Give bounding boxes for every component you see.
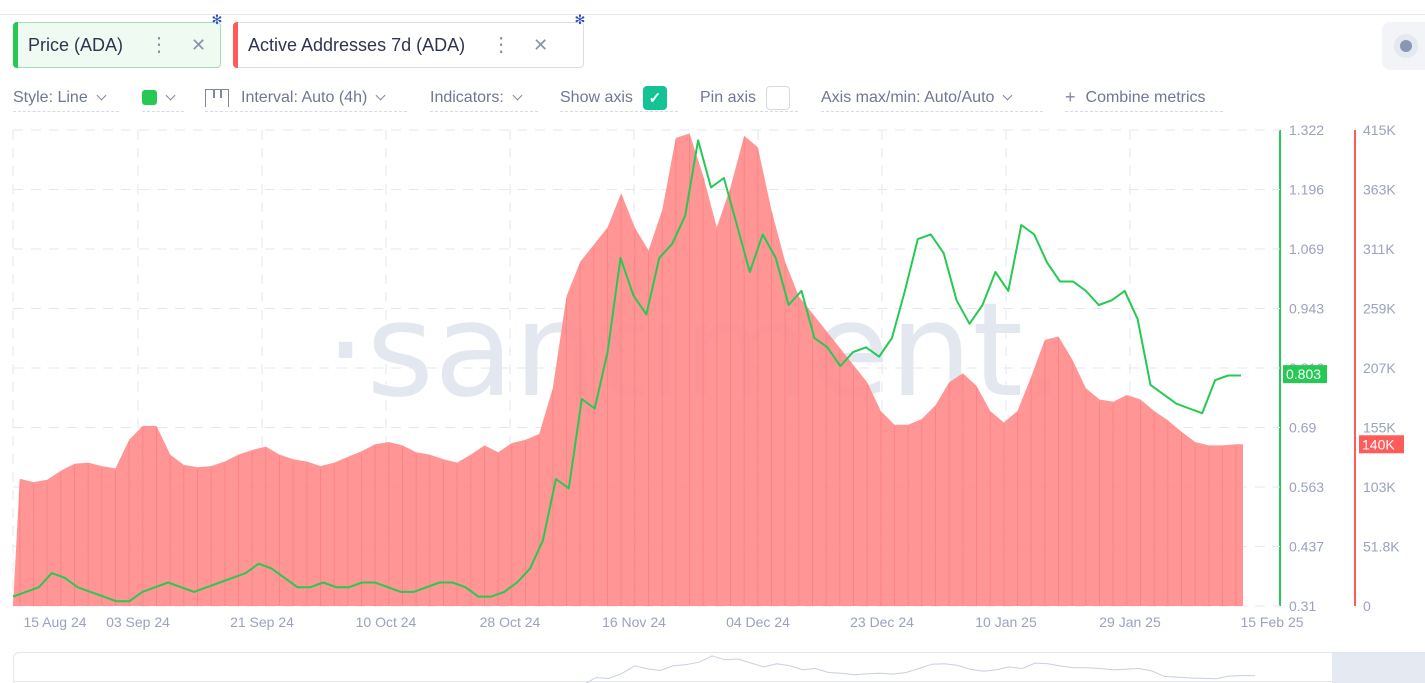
x-axis-label: 16 Nov 24 xyxy=(602,614,666,630)
x-axis-ticks: 15 Aug 24 03 Sep 24 21 Sep 24 10 Oct 24 28 O… xyxy=(23,614,1303,630)
x-axis-label: 23 Dec 24 xyxy=(850,614,914,630)
addresses-axis-label: 103K xyxy=(1363,479,1396,495)
price-axis-label: 0.563 xyxy=(1289,479,1324,495)
price-axis-label: 1.196 xyxy=(1289,182,1324,198)
addresses-axis-label: 0 xyxy=(1363,598,1371,614)
x-axis-label: 04 Dec 24 xyxy=(726,614,790,630)
plus-icon: + xyxy=(1065,87,1076,108)
axis-maxmin-label: Axis max/min: Auto/Auto xyxy=(821,89,994,107)
pin-axis-toggle[interactable]: Pin axis xyxy=(700,84,798,112)
cardano-icon: ✻ xyxy=(573,13,587,27)
x-axis-label: 15 Feb 25 xyxy=(1240,614,1303,630)
combine-metrics-label: Combine metrics xyxy=(1086,89,1206,107)
cardano-icon: ✻ xyxy=(210,13,224,27)
addresses-axis-label: 51.8K xyxy=(1363,539,1400,555)
side-panel-toggle-button[interactable] xyxy=(1382,22,1425,70)
x-axis-label: 29 Jan 25 xyxy=(1099,614,1161,630)
axis-maxmin-dropdown[interactable]: Axis max/min: Auto/Auto xyxy=(821,84,1043,112)
color-picker-dropdown[interactable] xyxy=(142,84,184,112)
price-axis-label: 1.322 xyxy=(1289,122,1324,138)
interval-label: Interval: Auto (4h) xyxy=(241,89,367,107)
chart-toolbar: Style: Line Interval: Auto (4h) Indicato… xyxy=(0,84,1300,114)
combine-metrics-button[interactable]: + Combine metrics xyxy=(1065,84,1223,112)
navigator-selection-handle[interactable] xyxy=(1332,653,1425,683)
x-axis-label: 28 Oct 24 xyxy=(480,614,541,630)
chevron-down-icon xyxy=(166,90,176,100)
chevron-down-icon xyxy=(96,90,106,100)
style-dropdown[interactable]: Style: Line xyxy=(13,84,119,112)
chevron-down-icon xyxy=(1003,90,1013,100)
chevron-down-icon xyxy=(512,90,522,100)
metric-label: Active Addresses 7d (ADA) xyxy=(248,35,465,56)
interval-icon xyxy=(205,89,229,107)
pin-axis-label: Pin axis xyxy=(700,89,756,107)
indicators-label: Indicators: xyxy=(430,89,504,107)
addresses-axis-label: 311K xyxy=(1363,241,1395,257)
x-axis-label: 15 Aug 24 xyxy=(23,614,86,630)
x-axis-label: 10 Jan 25 xyxy=(975,614,1037,630)
chevron-down-icon xyxy=(376,90,386,100)
x-axis-label: 10 Oct 24 xyxy=(356,614,417,630)
x-axis-label: 03 Sep 24 xyxy=(106,614,170,630)
price-axis-label: 0.31 xyxy=(1289,598,1316,614)
show-axis-label: Show axis xyxy=(560,89,633,107)
metric-tab-price[interactable]: Price (ADA) ⋮ ✕ ✻ xyxy=(13,22,221,68)
style-label: Style: Line xyxy=(13,89,88,107)
show-axis-checkbox[interactable]: ✓ xyxy=(643,86,667,110)
price-axis-label: 0.943 xyxy=(1289,301,1324,317)
active-addresses-area-series xyxy=(13,133,1243,606)
show-axis-toggle[interactable]: Show axis ✓ xyxy=(560,84,678,112)
close-icon[interactable]: ✕ xyxy=(533,35,548,56)
close-icon[interactable]: ✕ xyxy=(191,35,206,56)
more-options-icon[interactable]: ⋮ xyxy=(149,35,169,55)
navigator-preview xyxy=(14,653,1344,683)
metric-label: Price (ADA) xyxy=(28,35,123,56)
addresses-axis-label: 363K xyxy=(1363,182,1396,198)
addresses-last-value-label: 140K xyxy=(1362,436,1395,452)
metric-color-bar xyxy=(233,22,238,68)
metric-tab-active-addresses[interactable]: Active Addresses 7d (ADA) ⋮ ✕ ✻ xyxy=(233,22,584,68)
addresses-axis-label: 259K xyxy=(1363,301,1396,317)
indicators-dropdown[interactable]: Indicators: xyxy=(430,84,538,112)
addresses-axis-label: 155K xyxy=(1363,420,1396,436)
metric-color-bar xyxy=(13,22,18,68)
navigator-price-line xyxy=(27,656,1255,683)
price-last-value-label: 0.803 xyxy=(1286,366,1321,382)
chart-canvas[interactable]: ·santiment. 1.3221.1961.0690.9430.8160.6… xyxy=(0,120,1425,640)
time-range-navigator[interactable] xyxy=(13,652,1425,682)
x-axis-label: 21 Sep 24 xyxy=(230,614,294,630)
addresses-axis-label: 415K xyxy=(1363,122,1396,138)
pin-axis-checkbox[interactable] xyxy=(766,86,790,110)
addresses-axis-label: 207K xyxy=(1363,360,1396,376)
price-axis-label: 0.437 xyxy=(1289,539,1324,555)
more-options-icon[interactable]: ⋮ xyxy=(491,35,511,55)
price-axis-label: 1.069 xyxy=(1289,241,1324,257)
price-axis-label: 0.69 xyxy=(1289,420,1316,436)
axes: 1.3221.1961.0690.9430.8160.690.5630.4370… xyxy=(1275,122,1404,614)
toggle-dot-icon xyxy=(1400,40,1412,52)
interval-dropdown[interactable]: Interval: Auto (4h) xyxy=(205,84,407,112)
color-swatch xyxy=(142,90,157,105)
